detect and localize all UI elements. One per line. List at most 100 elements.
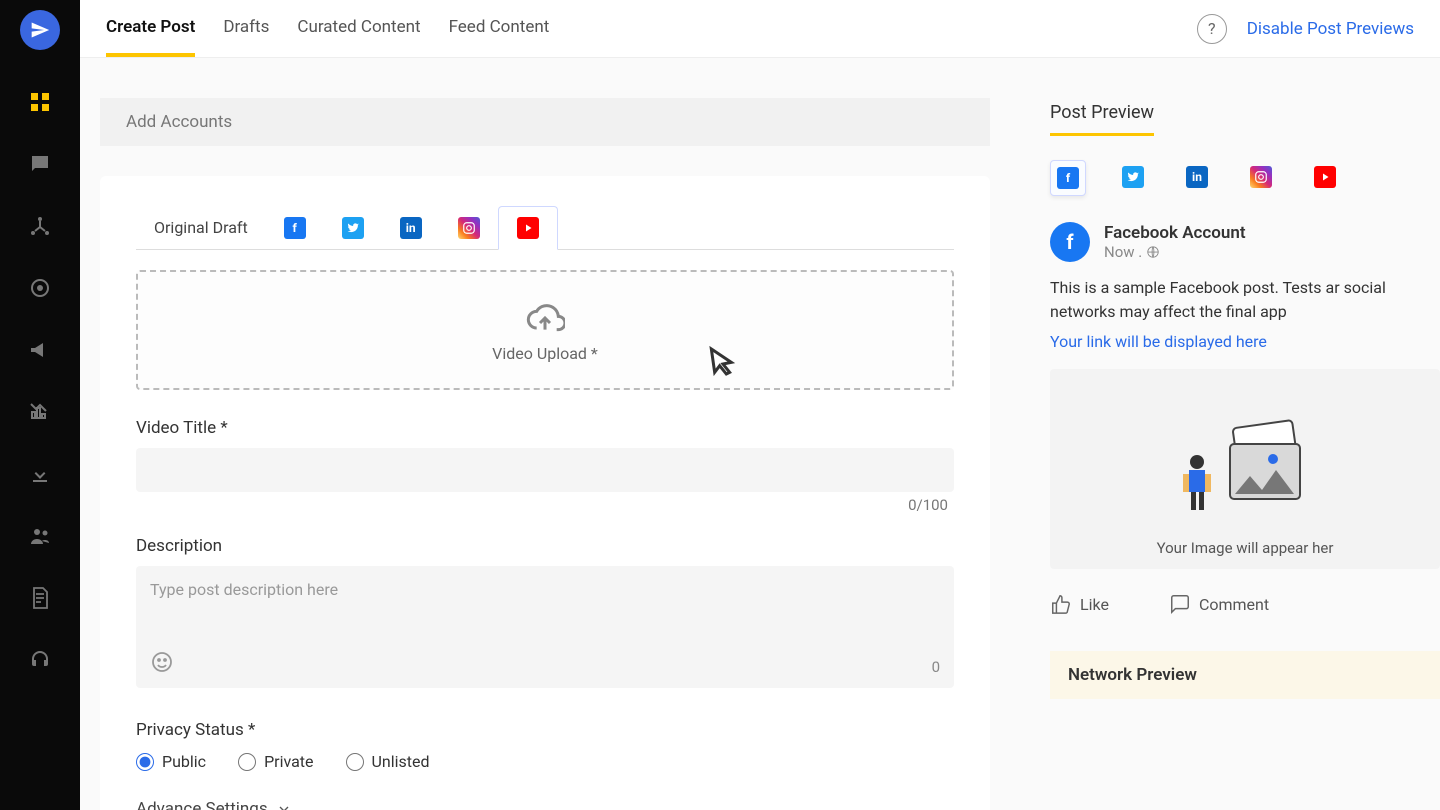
chat-icon xyxy=(28,152,52,176)
nav-dashboard[interactable] xyxy=(18,80,62,124)
nav-support[interactable] xyxy=(18,638,62,682)
chevron-down-icon xyxy=(276,801,292,810)
instagram-icon xyxy=(458,217,480,239)
globe-icon xyxy=(1146,245,1160,259)
facebook-icon: f xyxy=(284,217,306,239)
preview-link[interactable]: Your link will be displayed here xyxy=(1050,332,1440,351)
pv-linkedin[interactable]: in xyxy=(1180,160,1214,196)
title-input[interactable] xyxy=(136,448,954,492)
people-icon xyxy=(28,524,52,548)
twitter-icon xyxy=(342,217,364,239)
preview-avatar: f xyxy=(1050,222,1090,262)
radio-private[interactable]: Private xyxy=(238,752,313,771)
like-label: Like xyxy=(1080,595,1109,614)
nav-messages[interactable] xyxy=(18,142,62,186)
platform-tabs: Original Draft f in xyxy=(136,206,954,250)
ptab-twitter[interactable] xyxy=(324,207,382,249)
nav-analytics[interactable] xyxy=(18,390,62,434)
comment-button[interactable]: Comment xyxy=(1169,593,1269,615)
target-icon xyxy=(28,276,52,300)
instagram-icon xyxy=(1250,166,1272,188)
ptab-facebook[interactable]: f xyxy=(266,207,324,249)
upload-area[interactable]: Video Upload * xyxy=(136,270,954,390)
ptab-youtube[interactable] xyxy=(498,206,558,250)
preview-column: Post Preview f in f Facebook Account Now… xyxy=(1040,58,1440,810)
main-tabs: Create Post Drafts Curated Content Feed … xyxy=(106,1,549,57)
pv-youtube[interactable] xyxy=(1308,160,1342,196)
grid-icon xyxy=(28,90,52,114)
add-accounts-bar[interactable]: Add Accounts xyxy=(100,98,990,146)
image-placeholder-icon xyxy=(1175,414,1315,524)
preview-body: This is a sample Facebook post. Tests ar… xyxy=(1050,276,1440,324)
linkedin-icon: in xyxy=(400,217,422,239)
topbar: Create Post Drafts Curated Content Feed … xyxy=(80,0,1440,58)
radio-public[interactable]: Public xyxy=(136,752,206,771)
help-button[interactable]: ? xyxy=(1197,14,1227,44)
desc-textarea[interactable] xyxy=(150,580,940,670)
nav-download[interactable] xyxy=(18,452,62,496)
preview-image-text: Your Image will appear her xyxy=(1157,539,1334,557)
title-label: Video Title * xyxy=(136,418,954,438)
nav-announce[interactable] xyxy=(18,328,62,372)
sidebar xyxy=(0,0,80,810)
preview-image: Your Image will appear her xyxy=(1050,369,1440,569)
radio-public-label: Public xyxy=(162,752,206,771)
nodes-icon xyxy=(28,214,52,238)
emoji-button[interactable] xyxy=(150,650,174,678)
desc-label: Description xyxy=(136,536,954,556)
pv-twitter[interactable] xyxy=(1116,160,1150,196)
preview-title: Post Preview xyxy=(1050,102,1154,136)
thumbs-up-icon xyxy=(1050,593,1072,615)
chart-icon xyxy=(28,400,52,424)
youtube-icon xyxy=(517,217,539,239)
facebook-icon: f xyxy=(1057,167,1079,189)
youtube-icon xyxy=(1314,166,1336,188)
headset-icon xyxy=(28,648,52,672)
ptab-instagram[interactable] xyxy=(440,207,498,249)
network-preview[interactable]: Network Preview xyxy=(1050,651,1440,699)
radio-unlisted-label: Unlisted xyxy=(372,752,430,771)
linkedin-icon: in xyxy=(1186,166,1208,188)
cursor-icon xyxy=(698,344,738,384)
desc-wrap: 0 xyxy=(136,566,954,688)
preview-account-name: Facebook Account xyxy=(1104,223,1246,243)
download-icon xyxy=(28,462,52,486)
privacy-label: Privacy Status * xyxy=(136,720,954,740)
advance-settings[interactable]: Advance Settings xyxy=(136,799,954,810)
tab-drafts[interactable]: Drafts xyxy=(223,1,269,57)
like-button[interactable]: Like xyxy=(1050,593,1109,615)
upload-label: Video Upload * xyxy=(492,344,598,363)
tab-feed[interactable]: Feed Content xyxy=(449,1,550,57)
ptab-original[interactable]: Original Draft xyxy=(136,208,266,247)
app-logo[interactable] xyxy=(20,10,60,50)
radio-unlisted[interactable]: Unlisted xyxy=(346,752,430,771)
nav-target[interactable] xyxy=(18,266,62,310)
pv-facebook[interactable]: f xyxy=(1050,160,1086,196)
pv-instagram[interactable] xyxy=(1244,160,1278,196)
comment-icon xyxy=(1169,593,1191,615)
document-icon xyxy=(28,586,52,610)
cloud-upload-icon xyxy=(525,298,565,338)
nav-docs[interactable] xyxy=(18,576,62,620)
advance-label: Advance Settings xyxy=(136,799,268,810)
privacy-radios: Public Private Unlisted xyxy=(136,752,954,771)
preview-actions: Like Comment xyxy=(1050,587,1440,621)
nav-network[interactable] xyxy=(18,204,62,248)
megaphone-icon xyxy=(28,338,52,362)
preview-card: f Facebook Account Now . This is a sampl… xyxy=(1050,222,1440,621)
editor-card: Original Draft f in Video Upload * Video… xyxy=(100,176,990,810)
twitter-icon xyxy=(1122,166,1144,188)
title-char-count: 0/100 xyxy=(136,496,954,514)
disable-previews-link[interactable]: Disable Post Previews xyxy=(1247,19,1414,39)
tab-curated[interactable]: Curated Content xyxy=(297,1,420,57)
radio-private-label: Private xyxy=(264,752,313,771)
nav-people[interactable] xyxy=(18,514,62,558)
desc-char-count: 0 xyxy=(932,658,940,676)
emoji-icon xyxy=(150,650,174,674)
preview-time: Now . xyxy=(1104,243,1246,261)
tab-create-post[interactable]: Create Post xyxy=(106,1,195,57)
comment-label: Comment xyxy=(1199,595,1269,614)
ptab-linkedin[interactable]: in xyxy=(382,207,440,249)
preview-platforms: f in xyxy=(1050,160,1440,196)
send-icon xyxy=(30,20,50,40)
